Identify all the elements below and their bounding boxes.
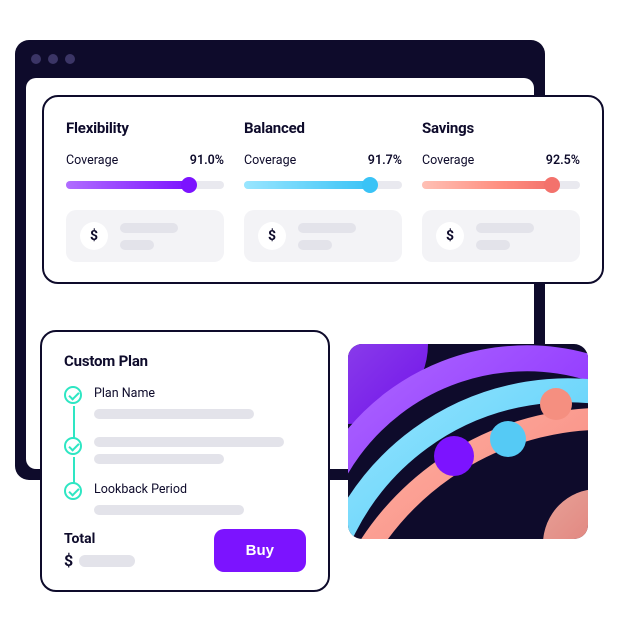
- check-icon: [64, 437, 82, 455]
- coverage-row: Coverage 92.5%: [422, 153, 580, 168]
- custom-plan-title: Custom Plan: [64, 352, 306, 370]
- coverage-label: Coverage: [422, 153, 474, 168]
- coverage-slider-balanced[interactable]: [244, 178, 402, 192]
- step-item: [94, 437, 306, 464]
- plan-flexibility: Flexibility Coverage 91.0% $: [66, 119, 224, 262]
- step-item: Lookback Period: [94, 482, 306, 515]
- coverage-row: Coverage 91.7%: [244, 153, 402, 168]
- slider-fill: [244, 181, 370, 189]
- window-dot-icon: [31, 54, 41, 64]
- slider-fill: [66, 181, 189, 189]
- skeleton-line: [79, 555, 135, 567]
- skeleton-line: [94, 454, 224, 464]
- price-box: $: [244, 210, 402, 262]
- total-row: Total $ Buy: [64, 529, 306, 572]
- price-skeleton: [476, 223, 534, 250]
- coverage-percent: 91.7%: [368, 153, 402, 168]
- dollar-icon: $: [80, 222, 108, 250]
- step-label: Lookback Period: [94, 482, 306, 497]
- custom-plan-steps: Plan Name Lookback Period: [64, 386, 306, 515]
- check-icon: [64, 482, 82, 500]
- window-dot-icon: [65, 54, 75, 64]
- coverage-slider-flexibility[interactable]: [66, 178, 224, 192]
- decorative-art-card: [348, 344, 588, 539]
- plan-title: Savings: [422, 119, 580, 137]
- price-skeleton: [120, 223, 178, 250]
- orbit-art-icon: [348, 344, 588, 539]
- plan-balanced: Balanced Coverage 91.7% $: [244, 119, 402, 262]
- window-controls: [15, 40, 545, 78]
- skeleton-line: [94, 437, 284, 447]
- custom-plan-card: Custom Plan Plan Name Lookback Period To…: [40, 330, 330, 592]
- coverage-label: Coverage: [66, 153, 118, 168]
- check-icon: [64, 386, 82, 404]
- coverage-percent: 92.5%: [546, 153, 580, 168]
- coverage-slider-savings[interactable]: [422, 178, 580, 192]
- price-skeleton: [298, 223, 356, 250]
- slider-thumb[interactable]: [181, 177, 197, 193]
- plan-title: Balanced: [244, 119, 402, 137]
- window-dot-icon: [48, 54, 58, 64]
- coverage-row: Coverage 91.0%: [66, 153, 224, 168]
- step-item: Plan Name: [94, 386, 306, 419]
- slider-thumb[interactable]: [544, 177, 560, 193]
- plan-title: Flexibility: [66, 119, 224, 137]
- plans-card: Flexibility Coverage 91.0% $ Balanced Co…: [42, 95, 604, 284]
- dollar-icon: $: [436, 222, 464, 250]
- slider-fill: [422, 181, 552, 189]
- total-label: Total: [64, 531, 135, 547]
- dollar-icon: $: [258, 222, 286, 250]
- plan-savings: Savings Coverage 92.5% $: [422, 119, 580, 262]
- coverage-label: Coverage: [244, 153, 296, 168]
- price-box: $: [422, 210, 580, 262]
- skeleton-line: [94, 409, 254, 419]
- coverage-percent: 91.0%: [190, 153, 224, 168]
- price-box: $: [66, 210, 224, 262]
- skeleton-line: [94, 505, 244, 515]
- buy-button[interactable]: Buy: [214, 529, 306, 572]
- step-label: Plan Name: [94, 386, 306, 401]
- total-amount: $: [64, 551, 135, 570]
- slider-thumb[interactable]: [362, 177, 378, 193]
- dollar-icon: $: [64, 551, 73, 570]
